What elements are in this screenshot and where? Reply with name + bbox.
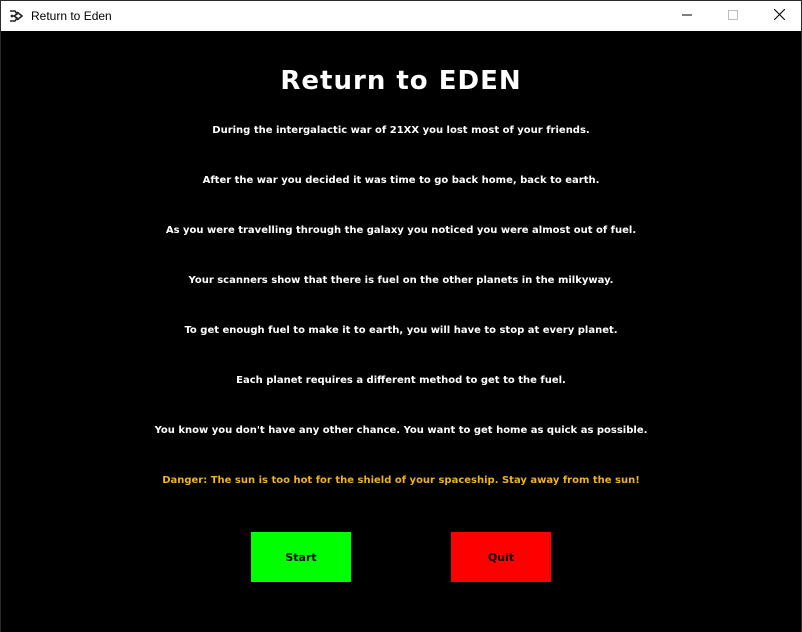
close-button[interactable] bbox=[756, 1, 802, 31]
story-line: You know you don't have any other chance… bbox=[154, 425, 648, 436]
quit-button[interactable]: Quit bbox=[451, 532, 551, 582]
title-bar[interactable]: Return to Eden bbox=[1, 1, 801, 31]
window-title: Return to Eden bbox=[31, 9, 112, 23]
story-line: Your scanners show that there is fuel on… bbox=[188, 275, 614, 286]
maximize-icon bbox=[728, 7, 738, 25]
maximize-button[interactable] bbox=[710, 1, 756, 31]
start-button[interactable]: Start bbox=[251, 532, 351, 582]
story-line: During the intergalactic war of 21XX you… bbox=[212, 125, 590, 136]
app-window: Return to Eden Return to EDEN During the… bbox=[0, 0, 802, 632]
game-title: Return to EDEN bbox=[280, 66, 522, 96]
story-line: As you were travelling through the galax… bbox=[165, 225, 637, 236]
game-screen: Return to EDEN During the intergalactic … bbox=[1, 31, 801, 632]
story-line: To get enough fuel to make it to earth, … bbox=[184, 325, 618, 336]
start-button-label: Start bbox=[285, 550, 317, 564]
quit-button-label: Quit bbox=[487, 550, 515, 564]
danger-warning: Danger: The sun is too hot for the shiel… bbox=[162, 475, 640, 486]
pygame-snake-icon bbox=[8, 8, 24, 24]
minimize-icon bbox=[682, 7, 692, 25]
minimize-button[interactable] bbox=[664, 1, 710, 31]
story-line: Each planet requires a different method … bbox=[236, 375, 566, 386]
story-line: After the war you decided it was time to… bbox=[202, 175, 600, 186]
close-icon bbox=[773, 7, 785, 25]
